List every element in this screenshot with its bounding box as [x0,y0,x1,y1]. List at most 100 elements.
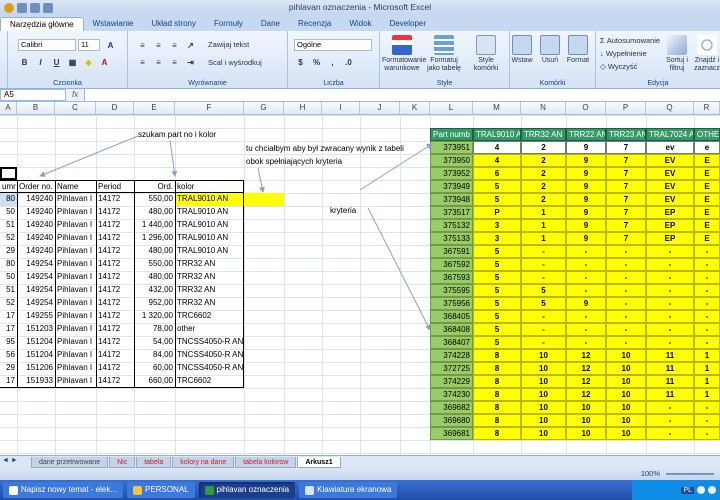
left-table-header-cell[interactable]: kolor [175,180,244,193]
left-table-cell[interactable]: 149255 [17,310,55,323]
left-table-cell[interactable]: 151933 [17,375,55,388]
left-table-cell[interactable]: 432,00 [134,284,175,297]
right-table-cell[interactable]: 10 [566,401,606,414]
zoom-level[interactable]: 100% [641,469,660,478]
right-table-cell[interactable]: - [566,271,606,284]
right-table-cell[interactable]: 368408 [430,323,473,336]
right-table-cell[interactable]: 4 [473,141,521,154]
right-table-cell[interactable]: 5 [473,258,521,271]
left-table-cell[interactable]: 14172 [96,245,134,258]
sheet-tab-1[interactable]: Nic [109,456,136,468]
right-table-cell[interactable]: - [694,297,720,310]
right-table-cell[interactable]: - [694,427,720,440]
left-table-cell[interactable]: TRC6602 [175,310,244,323]
left-table-cell[interactable]: TRAL9010 AN [175,245,244,258]
right-table-cell[interactable]: 369681 [430,427,473,440]
left-table-cell[interactable]: 78,00 [134,323,175,336]
right-table-cell[interactable]: 12 [566,388,606,401]
left-table-cell[interactable]: 149240 [17,206,55,219]
right-table-header-cell[interactable]: Part numb [430,128,473,141]
right-table-cell[interactable]: EV [646,167,694,180]
wrap-text-button[interactable]: Zawijaj tekst [208,40,249,49]
column-header-h[interactable]: H [284,102,322,115]
left-table-cell[interactable]: 550,00 [134,258,175,271]
right-table-cell[interactable]: - [566,323,606,336]
left-table-cell[interactable]: 151204 [17,349,55,362]
right-table-cell[interactable]: - [606,271,646,284]
right-table-cell[interactable]: 7 [606,141,646,154]
sheet-nav-arrows[interactable]: ◄ ► [0,457,30,468]
right-table-cell[interactable]: 10 [566,414,606,427]
right-table-cell[interactable]: 368405 [430,310,473,323]
right-table-cell[interactable]: E [694,219,720,232]
right-table-cell[interactable]: ev [646,141,694,154]
right-table-cell[interactable]: - [606,323,646,336]
right-table-cell[interactable]: 375133 [430,232,473,245]
right-table-cell[interactable]: EP [646,206,694,219]
right-table-cell[interactable]: 7 [606,193,646,206]
left-table-cell[interactable]: 550,00 [134,193,175,206]
autosum-button[interactable]: Σ Autosumowanie [600,36,660,45]
right-table-cell[interactable]: - [694,271,720,284]
left-table-cell[interactable]: 60,00 [134,362,175,375]
left-table-cell[interactable]: 149254 [17,284,55,297]
left-table-cell[interactable]: Pihlavan I [55,310,96,323]
left-table-cell[interactable]: 660,00 [134,375,175,388]
sheet-tab-4[interactable]: tabela kolorow [235,456,297,468]
right-table-cell[interactable]: 9 [566,206,606,219]
left-table-cell[interactable]: 84,00 [134,349,175,362]
right-table-cell[interactable]: 8 [473,401,521,414]
right-table-cell[interactable]: 8 [473,375,521,388]
left-table-cell[interactable]: 17 [0,310,17,323]
right-table-cell[interactable]: 1 [694,362,720,375]
zoom-slider[interactable] [666,473,714,475]
right-table-cell[interactable]: 10 [521,375,566,388]
right-table-cell[interactable]: - [646,271,694,284]
right-table-cell[interactable]: 8 [473,427,521,440]
right-table-cell[interactable]: 10 [606,388,646,401]
tab-review[interactable]: Recenzja [289,17,340,31]
active-cell-a5[interactable] [0,167,17,180]
right-table-cell[interactable]: 10 [606,427,646,440]
left-table-cell[interactable]: Pihlavan I [55,219,96,232]
left-table-header-cell[interactable]: Period [96,180,134,193]
number-format-select[interactable]: Ogólne [294,39,372,51]
right-table-header-cell[interactable]: TRAL7024 AN [646,128,694,141]
right-table-cell[interactable]: - [646,258,694,271]
right-table-cell[interactable]: EV [646,154,694,167]
right-table-cell[interactable]: 373517 [430,206,473,219]
right-table-cell[interactable]: - [646,401,694,414]
border-icon[interactable]: ▦ [66,56,79,68]
left-table-cell[interactable]: 29 [0,362,17,375]
right-table-cell[interactable]: - [694,284,720,297]
right-table-cell[interactable]: EP [646,219,694,232]
left-table-cell[interactable]: Pihlavan I [55,297,96,310]
left-table-cell[interactable]: 14172 [96,284,134,297]
right-table-cell[interactable]: 9 [566,193,606,206]
right-table-cell[interactable]: - [521,258,566,271]
tray-volume-icon[interactable] [708,486,716,494]
right-table-cell[interactable]: 367593 [430,271,473,284]
format-cells-button[interactable]: Format [560,35,596,65]
right-table-cell[interactable]: 5 [473,310,521,323]
right-table-cell[interactable]: 10 [606,362,646,375]
right-table-cell[interactable]: e [694,141,720,154]
left-table-cell[interactable]: 149240 [17,232,55,245]
left-table-cell[interactable]: 17 [0,375,17,388]
right-table-cell[interactable]: 5 [473,193,521,206]
right-table-cell[interactable]: - [606,258,646,271]
left-table-cell[interactable]: TNCSS4050-R AN [175,336,244,349]
right-table-cell[interactable]: 5 [521,297,566,310]
left-table-cell[interactable]: Pihlavan I [55,362,96,375]
taskbar-item-forum[interactable]: Napisz nowy temat - elek... [3,482,124,498]
right-table-cell[interactable]: - [646,427,694,440]
right-table-cell[interactable]: 372725 [430,362,473,375]
right-table-cell[interactable]: 369680 [430,414,473,427]
left-table-cell[interactable]: other [175,323,244,336]
right-table-cell[interactable]: 7 [606,219,646,232]
right-table-cell[interactable]: 375956 [430,297,473,310]
right-table-cell[interactable]: 11 [646,349,694,362]
left-table-cell[interactable]: 14172 [96,271,134,284]
right-table-cell[interactable]: E [694,193,720,206]
right-table-cell[interactable]: P [473,206,521,219]
